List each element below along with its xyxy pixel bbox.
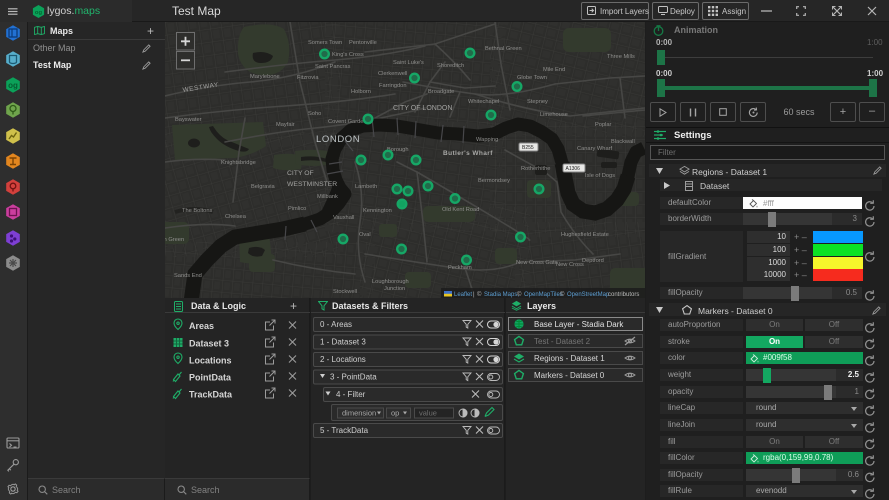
svg-text:Oval: Oval: [359, 232, 371, 238]
svg-text:Vauxhall: Vauxhall: [333, 215, 354, 221]
svg-text:Belgravia: Belgravia: [251, 184, 276, 190]
svg-text:Saint Luke's: Saint Luke's: [393, 60, 424, 66]
svg-text:Clerkenwell: Clerkenwell: [378, 71, 407, 77]
svg-text:Wapping: Wapping: [476, 137, 498, 143]
svg-text:Shoreditch: Shoreditch: [437, 63, 464, 69]
svg-text:Three Mills: Three Mills: [607, 54, 635, 60]
svg-text:Mile End: Mile End: [543, 67, 565, 73]
svg-text:Old Kent Road: Old Kent Road: [442, 207, 479, 213]
svg-text:Bayswater: Bayswater: [175, 117, 202, 123]
svg-text:Sands End: Sands End: [174, 273, 202, 279]
svg-text:Fitzrovia: Fitzrovia: [297, 75, 319, 81]
svg-text:Covent Garden: Covent Garden: [328, 119, 367, 125]
svg-text:Mayfair: Mayfair: [276, 122, 295, 128]
svg-text:Globe Town: Globe Town: [517, 75, 547, 81]
svg-text:Chelsea: Chelsea: [225, 214, 247, 220]
svg-text:Markers - Dataset 0: Markers - Dataset 0: [534, 371, 605, 380]
svg-text:1 - Dataset 3: 1 - Dataset 3: [320, 338, 366, 347]
svg-text:©: ©: [560, 291, 565, 298]
svg-text:Farringdon: Farringdon: [379, 83, 407, 89]
svg-text:Poplar: Poplar: [595, 122, 612, 128]
svg-text:og: og: [8, 81, 18, 90]
svg-text:CITY OF: CITY OF: [287, 170, 314, 177]
svg-text:Knightsbridge: Knightsbridge: [221, 160, 256, 166]
svg-text:Lambeth: Lambeth: [355, 184, 377, 190]
svg-text:Stockwell: Stockwell: [333, 289, 357, 295]
svg-text:Bethnal Green: Bethnal Green: [485, 46, 522, 52]
svg-text:Pentonville: Pentonville: [349, 40, 377, 46]
svg-text:Blackwall: Blackwall: [611, 139, 635, 145]
svg-text:©: ©: [477, 291, 482, 298]
svg-text:Peckham: Peckham: [448, 265, 472, 271]
svg-text:Broadgate: Broadgate: [428, 89, 454, 95]
svg-text:Somers Town: Somers Town: [308, 40, 342, 46]
svg-text:Dataset 3: Dataset 3: [189, 339, 229, 349]
svg-text:B255: B255: [522, 145, 534, 151]
svg-text:King's Cross: King's Cross: [332, 52, 364, 58]
svg-text:LONDON: LONDON: [316, 134, 360, 145]
svg-text:Hughesfield Estate: Hughesfield Estate: [561, 232, 609, 238]
svg-text:New Cross Gate: New Cross Gate: [516, 260, 558, 266]
svg-text:2 - Locations: 2 - Locations: [320, 355, 366, 364]
svg-text:Saint Pancras: Saint Pancras: [315, 64, 351, 70]
svg-text:Areas: Areas: [189, 321, 214, 331]
svg-text:Whitechapel: Whitechapel: [468, 99, 499, 105]
svg-text:value: value: [419, 409, 437, 418]
svg-text:New Cross: New Cross: [556, 262, 584, 268]
svg-text:Test - Dataset 2: Test - Dataset 2: [534, 337, 591, 346]
svg-text:A1306: A1306: [566, 166, 581, 172]
svg-text:©: ©: [517, 291, 522, 298]
svg-text:og: og: [35, 10, 43, 16]
svg-text:Base Layer - Stadia Dark: Base Layer - Stadia Dark: [534, 320, 624, 329]
svg-text:Regions - Dataset 1: Regions - Dataset 1: [534, 354, 605, 363]
svg-text:4 - Filter: 4 - Filter: [336, 390, 366, 399]
svg-text:Marylebone: Marylebone: [250, 74, 280, 80]
svg-text:Stepney: Stepney: [527, 99, 548, 105]
svg-text:Holborn: Holborn: [351, 89, 371, 95]
svg-text:0 - Areas: 0 - Areas: [320, 320, 352, 329]
svg-text:CITY OF LONDON: CITY OF LONDON: [393, 105, 452, 112]
svg-text:TrackData: TrackData: [189, 390, 233, 400]
svg-text:WESTMINSTER: WESTMINSTER: [287, 181, 337, 188]
svg-text:Millbank: Millbank: [317, 194, 338, 200]
svg-text:Canary Wharf: Canary Wharf: [577, 146, 613, 152]
svg-text:dimension: dimension: [342, 409, 376, 418]
svg-text:Rotherhithe: Rotherhithe: [521, 166, 550, 172]
svg-text:The Boltons: The Boltons: [182, 208, 213, 214]
svg-text:5 - TrackData: 5 - TrackData: [320, 426, 369, 435]
svg-text:PointData: PointData: [189, 373, 232, 383]
svg-text:Deptford: Deptford: [582, 258, 604, 264]
svg-text:Junction: Junction: [384, 286, 405, 292]
svg-text:Butler's Wharf: Butler's Wharf: [443, 150, 493, 157]
svg-text:Limehouse: Limehouse: [540, 112, 568, 118]
svg-text:Soho: Soho: [308, 111, 321, 117]
svg-text:Loughborough: Loughborough: [372, 279, 409, 285]
svg-text:op: op: [391, 409, 399, 418]
svg-text:3 - PointData: 3 - PointData: [330, 373, 377, 382]
svg-text:Bermondsey: Bermondsey: [478, 178, 510, 184]
svg-text:Isle of Dogs: Isle of Dogs: [585, 173, 615, 179]
svg-text:Kennington: Kennington: [363, 208, 392, 214]
svg-text:Locations: Locations: [189, 356, 232, 366]
svg-text:m Green: m Green: [165, 237, 184, 243]
svg-text:Pimlico: Pimlico: [288, 206, 306, 212]
